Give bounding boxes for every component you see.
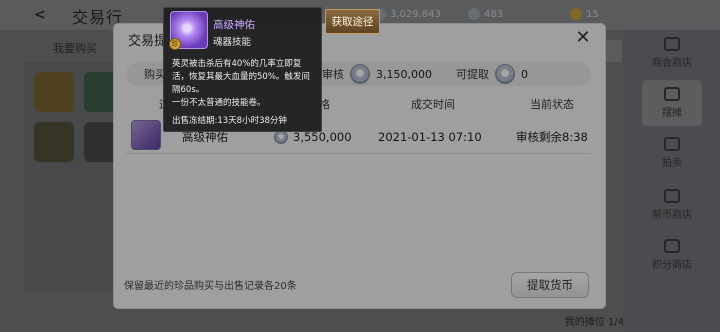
close-icon[interactable]: ✕ xyxy=(573,28,593,48)
guild-coin-shop-icon xyxy=(664,189,680,203)
record-note: 保留最近的珍品购买与出售记录各20条 xyxy=(124,281,297,292)
tooltip-item-name: 高级神佑 xyxy=(213,19,255,31)
tab-buy[interactable]: 我要购买 xyxy=(40,38,110,60)
silver-gem-icon xyxy=(274,130,288,144)
silver-gem-icon xyxy=(495,64,515,84)
row-time: 2021-01-13 07:10 xyxy=(378,130,482,144)
stat-withdrawable: 可提取 0 xyxy=(456,62,528,86)
list-item[interactable] xyxy=(34,72,74,112)
withdraw-currency-button[interactable]: 提取货币 xyxy=(511,272,589,298)
stat-review: 审核 3,150,000 xyxy=(322,62,432,86)
tooltip-item-type: 魂器技能 xyxy=(213,37,252,48)
points-shop-icon xyxy=(664,239,680,253)
divine-blessing-icon[interactable] xyxy=(131,120,161,150)
divine-blessing-icon: 珍 xyxy=(169,11,208,50)
side-menu-stall[interactable]: 摆摊 xyxy=(642,80,702,126)
rare-badge: 珍 xyxy=(169,38,181,50)
row-status: 审核剩余8:38 xyxy=(516,130,588,144)
side-menu-guild-coin-shop[interactable]: 帮币商店 xyxy=(642,182,702,228)
tooltip-freeze-period: 出售冻结期:13天8小时38分钟 xyxy=(172,116,287,126)
silver-gem-icon xyxy=(350,64,370,84)
obtain-source-button[interactable]: 获取途径 xyxy=(325,9,380,34)
resource-gold: 15 xyxy=(570,8,599,20)
auction-icon xyxy=(664,137,680,151)
side-menu-shop[interactable]: 商会商店 xyxy=(642,30,702,76)
gold-coin-icon xyxy=(570,8,582,20)
back-arrow-icon[interactable]: < xyxy=(34,7,52,23)
shop-icon xyxy=(664,37,680,51)
stall-count: 我的摊位 1/4 xyxy=(564,317,624,328)
side-menu-auction[interactable]: 拍卖 xyxy=(642,130,702,176)
tooltip-description: 英灵被击杀后有40%的几率立即复活，恢复其最大血量的50%。触发间隔60s。 xyxy=(172,59,310,95)
list-item[interactable] xyxy=(34,122,74,162)
tooltip-flavor-text: 一份不太普通的技能卷。 xyxy=(172,98,266,108)
column-status: 当前状态 xyxy=(530,98,574,111)
dialog-title: 交易提 xyxy=(128,34,168,49)
item-tooltip: 珍 高级神佑 魂器技能 英灵被击杀后有40%的几率立即复活，恢复其最大血量的50… xyxy=(163,7,322,132)
spirit-gem-icon xyxy=(468,8,480,20)
resource-spirit: 483 xyxy=(468,8,503,20)
column-time: 成交时间 xyxy=(411,98,455,111)
resource-silver: 3,029,843 xyxy=(374,8,441,20)
stall-icon xyxy=(664,87,680,101)
side-menu-points-shop[interactable]: 积分商店 xyxy=(642,232,702,278)
